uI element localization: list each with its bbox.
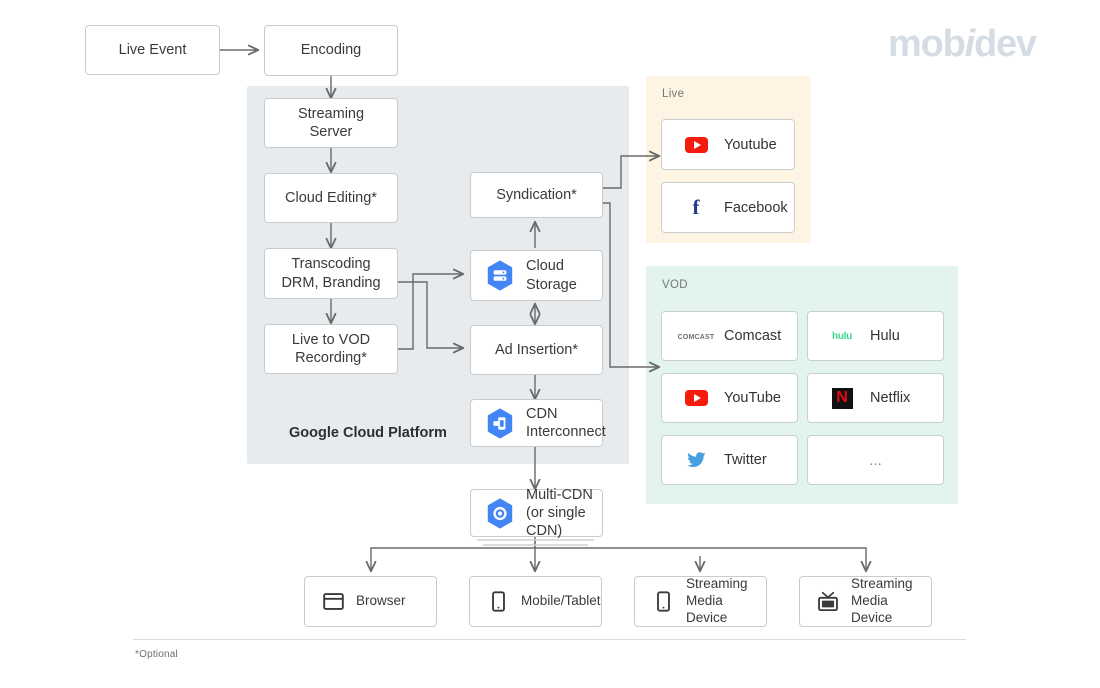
- node-cloud-storage-label: Cloud Storage: [526, 258, 577, 293]
- node-multi-cdn-label: Multi-CDN (or single CDN): [526, 486, 593, 540]
- node-transcoding[interactable]: Transcoding DRM, Branding: [264, 248, 398, 299]
- netflix-wordmark: N: [836, 389, 848, 406]
- gcp-panel-title: Google Cloud Platform: [289, 425, 447, 441]
- live-chip-youtube-label: Youtube: [724, 136, 777, 153]
- footer-divider: [133, 639, 966, 640]
- node-ad-insertion-label: Ad Insertion*: [494, 341, 579, 358]
- hulu-icon: hulu: [828, 325, 856, 347]
- node-transcoding-label: Transcoding DRM, Branding: [281, 256, 381, 291]
- diagram-canvas: mobidev Live VOD Google Cloud Platform L…: [0, 0, 1100, 688]
- vod-chip-hulu-label: Hulu: [870, 328, 900, 344]
- vod-chip-hulu[interactable]: hulu Hulu: [807, 311, 944, 361]
- device-streaming-media-device-mobile[interactable]: Streaming Media Device: [634, 576, 767, 627]
- node-syndication-label: Syndication*: [496, 186, 577, 203]
- vod-chip-twitter-label: Twitter: [724, 452, 767, 468]
- vod-chip-twitter[interactable]: Twitter: [661, 435, 798, 485]
- logo-part-1: mob: [888, 23, 966, 65]
- browser-window-icon: [322, 591, 344, 613]
- vod-chip-youtube-label: YouTube: [724, 390, 781, 406]
- youtube-icon: [682, 387, 710, 409]
- footnote-optional: *Optional: [135, 649, 178, 660]
- node-live-to-vod-recording-label: Live to VOD Recording*: [291, 331, 371, 366]
- live-chip-youtube[interactable]: Youtube: [661, 119, 795, 170]
- smartphone-icon: [487, 591, 509, 613]
- node-cloud-editing[interactable]: Cloud Editing*: [264, 173, 398, 223]
- vod-chip-netflix-label: Netflix: [870, 390, 911, 406]
- netflix-icon: N: [828, 387, 856, 409]
- live-chip-facebook[interactable]: f Facebook: [661, 182, 795, 233]
- vod-chip-youtube[interactable]: YouTube: [661, 373, 798, 423]
- twitter-icon: [682, 449, 710, 471]
- device-mobile-tablet-label: Mobile/Tablet: [521, 593, 601, 609]
- television-icon: [817, 591, 839, 613]
- comcast-wordmark: COMCAST: [677, 333, 715, 341]
- smartphone-icon: [652, 591, 674, 613]
- vod-chip-more[interactable]: ...: [807, 435, 944, 485]
- logo-italic-i: i: [964, 23, 976, 65]
- live-panel-label: Live: [662, 88, 685, 100]
- mobidev-logo: mobidev: [888, 24, 1064, 64]
- vod-chip-comcast[interactable]: COMCAST Comcast: [661, 311, 798, 361]
- node-cloud-editing-label: Cloud Editing*: [285, 189, 377, 206]
- vod-chip-netflix[interactable]: N Netflix: [807, 373, 944, 423]
- comcast-icon: COMCAST: [678, 325, 715, 347]
- node-syndication[interactable]: Syndication*: [470, 172, 603, 218]
- node-streaming-server-label: Streaming Server: [297, 105, 365, 140]
- device-streaming-media-device-tv[interactable]: Streaming Media Device: [799, 576, 932, 627]
- node-ad-insertion[interactable]: Ad Insertion*: [470, 325, 603, 375]
- multi-cdn-icon: [485, 497, 515, 530]
- vod-chip-more-label: ...: [869, 451, 882, 469]
- node-cdn-interconnect-label: CDN Interconnect: [526, 405, 606, 440]
- node-live-event[interactable]: Live Event: [85, 25, 220, 75]
- node-streaming-server[interactable]: Streaming Server: [264, 98, 398, 148]
- hulu-wordmark: hulu: [832, 330, 852, 342]
- live-chip-facebook-label: Facebook: [724, 199, 788, 216]
- node-live-event-label: Live Event: [118, 41, 187, 58]
- device-streaming-media-device-tv-label: Streaming Media Device: [851, 576, 913, 625]
- cloud-storage-icon: [485, 259, 515, 292]
- device-browser-label: Browser: [356, 593, 406, 609]
- node-cdn-interconnect[interactable]: CDN Interconnect: [470, 399, 606, 447]
- wire-fanout-bus: [370, 547, 867, 556]
- facebook-icon: f: [692, 195, 700, 219]
- cdn-interconnect-icon: [485, 407, 515, 440]
- node-multi-cdn[interactable]: Multi-CDN (or single CDN): [470, 486, 603, 540]
- node-encoding-label: Encoding: [300, 42, 362, 59]
- node-cloud-storage[interactable]: Cloud Storage: [470, 250, 603, 301]
- device-streaming-media-device-mobile-label: Streaming Media Device: [686, 576, 748, 625]
- node-encoding[interactable]: Encoding: [264, 25, 398, 76]
- youtube-icon: [682, 134, 710, 156]
- node-live-to-vod-recording[interactable]: Live to VOD Recording*: [264, 324, 398, 374]
- twitter-bird-glyph: [686, 452, 706, 468]
- device-mobile-tablet[interactable]: Mobile/Tablet: [469, 576, 602, 627]
- multicdn-stack-lines: [477, 539, 594, 546]
- device-browser[interactable]: Browser: [304, 576, 437, 627]
- vod-chip-comcast-label: Comcast: [724, 328, 782, 344]
- vod-panel-label: VOD: [662, 279, 688, 291]
- logo-part-2: dev: [973, 23, 1037, 65]
